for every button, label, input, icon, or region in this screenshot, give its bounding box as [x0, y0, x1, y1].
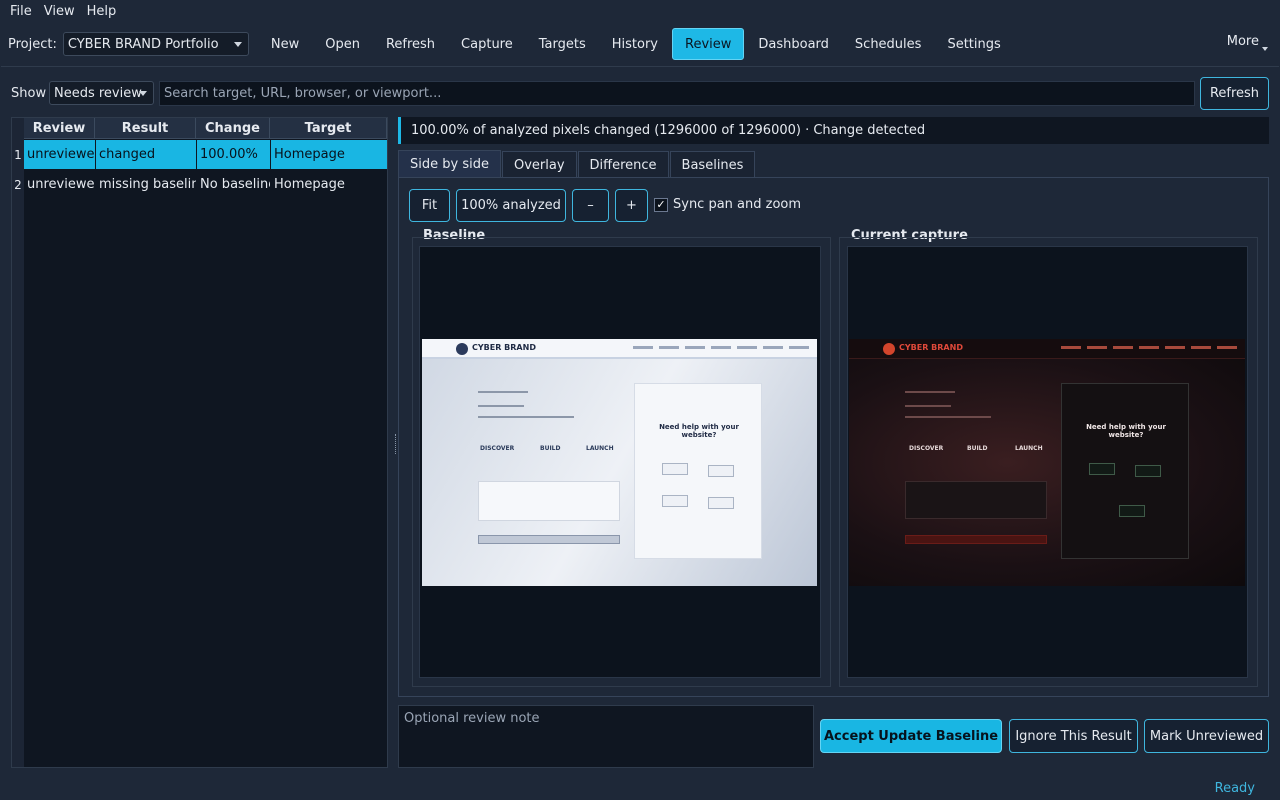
project-label: Project: — [8, 36, 57, 52]
tab-side-by-side[interactable]: Side by side — [398, 150, 501, 178]
project-select-value: CYBER BRAND Portfolio — [67, 36, 219, 52]
view-tabs: Side by side Overlay Difference Baseline… — [398, 150, 756, 178]
schedules-button[interactable]: Schedules — [843, 28, 934, 60]
review-button[interactable]: Review — [672, 28, 745, 60]
results-table: Review Result Change Target 1 unreviewed… — [11, 117, 388, 768]
mock-brand: CYBER BRAND — [472, 343, 536, 352]
cell-target: Homepage — [274, 177, 345, 192]
cell-change: No baseline — [200, 177, 270, 192]
column-header-result[interactable]: Result — [95, 118, 196, 139]
cell-review: unreviewed — [24, 140, 95, 169]
menu-file[interactable]: File — [4, 4, 38, 19]
change-summary: 100.00% of analyzed pixels changed (1296… — [398, 117, 1269, 144]
settings-button[interactable]: Settings — [935, 28, 1012, 60]
mock-step-launch: LAUNCH — [586, 445, 614, 452]
cell-review: unreviewed — [27, 177, 95, 192]
column-header-target[interactable]: Target — [270, 118, 387, 139]
zoom-out-button[interactable]: – — [572, 189, 609, 222]
mock-nav: CYBER BRAND — [849, 339, 1245, 359]
refresh-button[interactable]: Refresh — [374, 28, 447, 60]
tab-overlay[interactable]: Overlay — [501, 151, 577, 178]
accept-update-baseline-button[interactable]: Accept Update Baseline — [820, 719, 1002, 753]
column-header-review[interactable]: Review — [24, 118, 95, 139]
mock-step-discover: DISCOVER — [480, 445, 515, 452]
show-label: Show — [11, 86, 47, 101]
open-button[interactable]: Open — [313, 28, 372, 60]
project-select[interactable]: CYBER BRAND Portfolio — [62, 32, 249, 56]
tab-baselines[interactable]: Baselines — [669, 151, 756, 178]
row-number: 1 — [12, 140, 24, 169]
dashboard-button[interactable]: Dashboard — [746, 28, 841, 60]
status-text: Ready — [1214, 781, 1255, 796]
sync-pan-zoom-label: Sync pan and zoom — [673, 197, 802, 212]
row-number: 2 — [12, 170, 24, 199]
search-input[interactable] — [159, 81, 1195, 106]
mock-step-launch: LAUNCH — [1015, 445, 1043, 452]
cell-change: 100.00% — [197, 140, 270, 169]
chevron-down-icon — [139, 91, 147, 96]
cell-result: changed — [96, 140, 196, 169]
current-screenshot: CYBER BRAND DISCOVER BUILD LAUNCH Need h… — [849, 339, 1245, 586]
status-bar: Ready — [0, 778, 1280, 800]
mock-help-heading: Need help with your website? — [659, 423, 739, 439]
splitter-handle[interactable] — [395, 434, 397, 454]
zoom-analyzed-button[interactable]: 100% analyzed — [456, 189, 566, 222]
menu-bar: File View Help — [0, 0, 1280, 22]
table-row[interactable]: 1 unreviewed changed 100.00% Homepage — [12, 140, 387, 169]
mark-unreviewed-button[interactable]: Mark Unreviewed — [1144, 719, 1269, 753]
history-button[interactable]: History — [600, 28, 670, 60]
refresh-results-button[interactable]: Refresh — [1200, 77, 1269, 110]
baseline-viewer[interactable]: CYBER BRAND DISCOVER BUILD LAUNCH Need h… — [419, 246, 821, 678]
targets-button[interactable]: Targets — [527, 28, 598, 60]
menu-help[interactable]: Help — [81, 4, 123, 19]
chevron-down-icon — [233, 42, 242, 47]
capture-button[interactable]: Capture — [449, 28, 525, 60]
fit-button[interactable]: Fit — [409, 189, 450, 222]
baseline-screenshot: CYBER BRAND DISCOVER BUILD LAUNCH Need h… — [422, 339, 817, 586]
brand-logo-icon — [883, 343, 895, 355]
brand-logo-icon — [456, 343, 468, 355]
mock-step-discover: DISCOVER — [909, 445, 944, 452]
sync-pan-zoom-checkbox[interactable]: ✓ — [654, 198, 668, 212]
chevron-down-icon — [1262, 47, 1268, 51]
row-gutter — [12, 118, 24, 767]
table-row[interactable]: 2 unreviewed missing baseline No baselin… — [12, 170, 387, 199]
mock-nav: CYBER BRAND — [422, 339, 817, 359]
zoom-in-button[interactable]: + — [615, 189, 648, 222]
main-toolbar: Project: CYBER BRAND Portfolio New Open … — [0, 26, 1280, 62]
review-note-input[interactable] — [398, 705, 814, 768]
tab-difference[interactable]: Difference — [577, 151, 669, 178]
mock-help-heading: Need help with your website? — [1086, 423, 1166, 439]
mock-step-build: BUILD — [540, 445, 561, 452]
mock-step-build: BUILD — [967, 445, 988, 452]
more-label: More — [1226, 34, 1259, 49]
more-button[interactable]: More — [1226, 34, 1268, 51]
current-capture-viewer[interactable]: CYBER BRAND DISCOVER BUILD LAUNCH Need h… — [847, 246, 1248, 678]
ignore-result-button[interactable]: Ignore This Result — [1009, 719, 1138, 753]
cell-target: Homepage — [271, 140, 387, 169]
menu-view[interactable]: View — [38, 4, 81, 19]
column-header-change[interactable]: Change — [196, 118, 270, 139]
check-icon: ✓ — [656, 198, 666, 211]
mock-brand: CYBER BRAND — [899, 343, 963, 352]
cell-result: missing baseline — [99, 177, 196, 192]
new-button[interactable]: New — [259, 28, 311, 60]
show-filter-value: Needs review — [54, 85, 142, 101]
show-filter-select[interactable]: Needs review — [49, 81, 154, 105]
